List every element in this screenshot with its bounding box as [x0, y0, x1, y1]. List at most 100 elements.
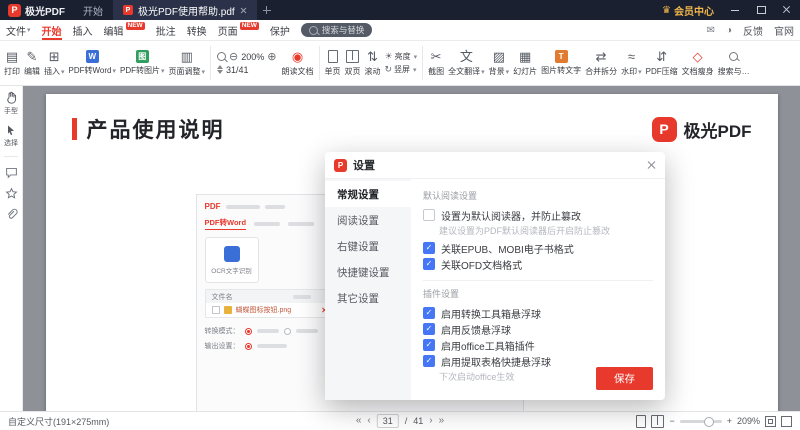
- doc-slim-button[interactable]: ◇文档瘦身: [680, 42, 716, 84]
- single-page-button[interactable]: 单页: [323, 42, 343, 84]
- page-adjust-button[interactable]: ▥页面调整: [167, 42, 208, 84]
- slideshow-button[interactable]: ▦幻灯片: [511, 42, 539, 84]
- statusbar-zoom-level[interactable]: 209%: [737, 416, 760, 426]
- menu-insert[interactable]: 插入: [73, 20, 93, 40]
- titlebar-tab-home[interactable]: 开始: [73, 0, 113, 20]
- placeholder-bar: [265, 205, 285, 209]
- prev-page-icon[interactable]: ‹: [367, 416, 370, 426]
- theme-icon[interactable]: ◑: [726, 25, 732, 36]
- page-down-icon[interactable]: [217, 70, 223, 74]
- page-nav-arrows[interactable]: [217, 65, 223, 74]
- menu-convert[interactable]: 转换: [187, 20, 207, 40]
- feedback-link[interactable]: 反馈: [743, 23, 763, 38]
- hand-tool[interactable]: 手型: [4, 90, 19, 116]
- menu-protect[interactable]: 保护: [270, 20, 290, 40]
- print-button[interactable]: ▤打印: [2, 42, 22, 84]
- checkbox-checked-icon[interactable]: [423, 307, 435, 319]
- search-panel-button[interactable]: 搜索与…: [716, 42, 752, 84]
- magnifier-icon[interactable]: [217, 52, 226, 61]
- zoom-slider-thumb[interactable]: [704, 417, 714, 427]
- dialog-close-icon[interactable]: [646, 160, 656, 170]
- nav-reading-settings[interactable]: 阅读设置: [325, 207, 411, 233]
- merge-split-button[interactable]: ⇄合并拆分: [583, 42, 619, 84]
- checkbox-row-ofd[interactable]: 关联OFD文档格式: [423, 256, 653, 272]
- search-replace-box[interactable]: 搜索与替换: [301, 23, 373, 37]
- zoom-out-button[interactable]: −: [669, 416, 674, 426]
- checkbox-checked-icon[interactable]: [423, 258, 435, 270]
- mini-file-icon: [224, 306, 232, 314]
- read-aloud-button[interactable]: ◉朗读文档: [280, 42, 316, 84]
- checkbox-label: 启用提取表格快捷悬浮球: [441, 354, 551, 369]
- zoom-level[interactable]: 200%: [241, 52, 264, 62]
- screenshot-button[interactable]: ✂截图: [426, 42, 446, 84]
- rotate-button[interactable]: ↻竖屏: [385, 64, 418, 75]
- message-icon[interactable]: ✉: [707, 25, 715, 36]
- double-page-button[interactable]: 双页: [343, 42, 363, 84]
- zoom-slider[interactable]: [680, 420, 722, 423]
- new-tab-button[interactable]: [259, 2, 275, 18]
- checkbox-row-feedback-ball[interactable]: 启用反馈悬浮球: [423, 321, 653, 337]
- mini-radio-icon: [284, 328, 291, 335]
- nav-other-settings[interactable]: 其它设置: [325, 285, 411, 311]
- checkbox-row-epub-mobi[interactable]: 关联EPUB、MOBI电子书格式: [423, 240, 653, 256]
- scroll-mode-button[interactable]: ⇅滚动: [363, 42, 383, 84]
- search-icon: [729, 50, 738, 64]
- bookmark-panel-icon[interactable]: [4, 186, 19, 201]
- checkbox-label: 启用反馈悬浮球: [441, 322, 511, 337]
- zoom-out-icon[interactable]: ⊖: [229, 52, 238, 62]
- checkbox-row-convert-ball[interactable]: 启用转换工具箱悬浮球: [423, 305, 653, 321]
- nav-general-settings[interactable]: 常规设置: [325, 181, 411, 207]
- comment-panel-icon[interactable]: [4, 165, 19, 180]
- select-tool[interactable]: 选择: [4, 122, 19, 148]
- pdf-to-word-button[interactable]: WPDF转Word: [67, 42, 118, 84]
- checkbox-checked-icon[interactable]: [423, 355, 435, 367]
- insert-button[interactable]: ⊞插入: [42, 42, 67, 84]
- page-navigation: « ‹ 31 / 41 › »: [356, 414, 444, 428]
- edit-button[interactable]: ✎编辑: [22, 42, 42, 84]
- brightness-button[interactable]: ☀亮度: [385, 51, 418, 62]
- menu-file[interactable]: 文件: [6, 20, 31, 40]
- minimize-button[interactable]: [722, 0, 748, 20]
- checkbox-row-office-plugin[interactable]: 启用office工具箱插件: [423, 337, 653, 353]
- page-up-icon[interactable]: [217, 65, 223, 69]
- tab-close-icon[interactable]: [240, 7, 247, 14]
- toolbar-page-indicator[interactable]: 31/41: [226, 65, 249, 75]
- titlebar-tab-document[interactable]: P 极光PDF使用帮助.pdf: [113, 0, 257, 20]
- double-view-icon[interactable]: [651, 415, 664, 428]
- placeholder-bar: [293, 295, 311, 299]
- pdf-compress-button[interactable]: ⇵PDF压缩: [644, 42, 680, 84]
- checkbox-checked-icon[interactable]: [423, 242, 435, 254]
- current-page-input[interactable]: 31: [377, 414, 399, 428]
- save-button[interactable]: 保存: [596, 367, 653, 390]
- checkbox-unchecked-icon[interactable]: [423, 209, 435, 221]
- checkbox-row-default-reader[interactable]: 设置为默认阅读器，并防止篡改: [423, 207, 653, 223]
- menu-edit[interactable]: 编辑NEW: [104, 20, 145, 40]
- zoom-in-button[interactable]: +: [727, 416, 732, 426]
- side-divider: [4, 156, 18, 157]
- menu-comment[interactable]: 批注: [156, 20, 176, 40]
- translate-button[interactable]: 文全文翻译: [446, 42, 487, 84]
- single-view-icon[interactable]: [636, 415, 646, 428]
- background-button[interactable]: ▨背景: [487, 42, 512, 84]
- menu-page[interactable]: 页面NEW: [218, 20, 259, 40]
- menu-home[interactable]: 开始: [42, 20, 62, 40]
- member-center-button[interactable]: ♛ 会员中心: [654, 3, 722, 18]
- image-to-text-button[interactable]: T图片转文字: [539, 42, 583, 84]
- maximize-button[interactable]: [748, 0, 774, 20]
- website-link[interactable]: 官网: [774, 23, 794, 38]
- checkbox-checked-icon[interactable]: [423, 339, 435, 351]
- fullscreen-icon[interactable]: [781, 416, 792, 427]
- nav-shortcut-settings[interactable]: 快捷键设置: [325, 259, 411, 285]
- close-button[interactable]: [774, 0, 800, 20]
- attachment-panel-icon[interactable]: [4, 207, 19, 222]
- section-plugins: 插件设置: [423, 280, 653, 300]
- zoom-in-icon[interactable]: ⊕: [267, 52, 276, 62]
- pdf-to-image-button[interactable]: 图PDF转图片: [118, 42, 167, 84]
- last-page-icon[interactable]: »: [439, 416, 445, 426]
- fit-page-icon[interactable]: [765, 416, 776, 427]
- next-page-icon[interactable]: ›: [429, 416, 432, 426]
- first-page-icon[interactable]: «: [356, 416, 362, 426]
- checkbox-checked-icon[interactable]: [423, 323, 435, 335]
- nav-rightclick-settings[interactable]: 右键设置: [325, 233, 411, 259]
- watermark-button[interactable]: ≈水印: [619, 42, 644, 84]
